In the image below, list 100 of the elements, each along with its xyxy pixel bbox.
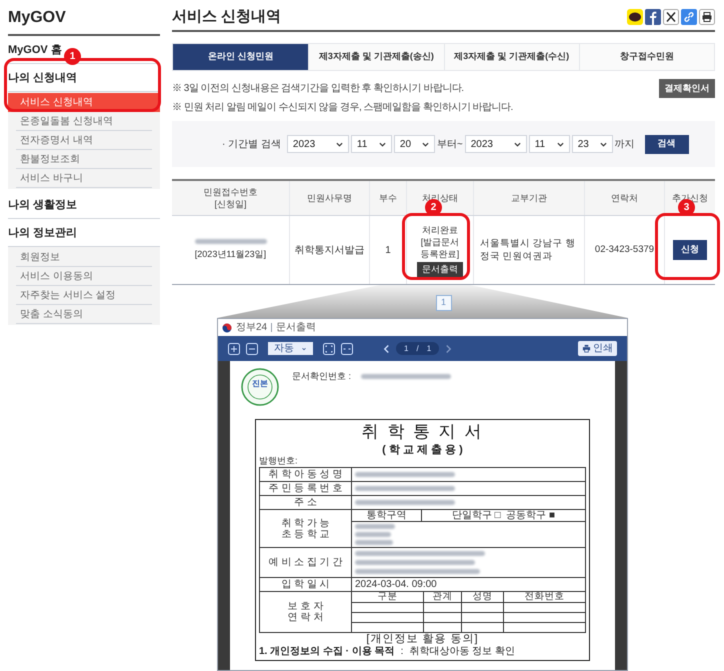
blurred-text — [355, 524, 395, 529]
table-cell-text: 1 — [385, 244, 391, 258]
notice-text: ※ 3일 이전의 신청내용은 검색기간을 입력한 후 확인하시기 바랍니다. — [172, 83, 465, 95]
fit-width-icon[interactable] — [341, 342, 353, 354]
confirm-number-label: 문서확인번호 : — [292, 370, 351, 384]
table-cell-text: 02-3423-5379 — [594, 242, 654, 257]
fit-page-icon[interactable] — [323, 342, 335, 354]
status-text: 처리완료 — [422, 224, 458, 236]
viewer-brand: 정부24 — [236, 321, 268, 335]
tab[interactable]: 온라인 신청민원 — [173, 44, 308, 70]
form-label: 주 민 등 록 번 호 — [268, 483, 342, 494]
print-button[interactable]: 인쇄 — [578, 341, 617, 356]
sidebar-title: MyGOV — [8, 0, 160, 36]
date-select[interactable]: 23 — [572, 135, 613, 153]
highlight-frame — [402, 213, 470, 280]
sidebar-item[interactable]: 서비스 바구니 — [16, 169, 152, 188]
form-label: 보 호 자 — [288, 601, 324, 612]
form-label: 취 학 아 동 성 명 — [268, 469, 342, 480]
date-select[interactable]: 20 — [394, 135, 435, 153]
form-value: 단일학구 □ 공동학구 ■ — [450, 510, 556, 521]
previous-page-icon[interactable] — [383, 344, 390, 354]
zoom-in-icon[interactable] — [228, 342, 240, 354]
range-text: 부터~ — [436, 138, 463, 152]
column-header: 연락처 — [584, 181, 664, 215]
date-select[interactable]: 11 — [350, 135, 392, 153]
date-select[interactable]: 2023 — [464, 135, 527, 153]
form-column-header: 관계 — [424, 592, 462, 602]
sidebar-item[interactable]: 전자증명서 내역 — [16, 131, 152, 150]
payment-confirmation-button[interactable]: 결제확인서 — [659, 79, 715, 98]
notice-text: ※ 민원 처리 알림 메일이 수신되지 않을 경우, 스팸메일함을 확인하시기 바랍니다. — [172, 102, 513, 114]
form-cell — [424, 612, 462, 622]
column-header: 민원사무명 — [289, 181, 369, 215]
sidebar-item[interactable]: 자주찾는 서비스 설정 — [16, 286, 152, 305]
consent-item-value: 취학대상아동 정보 확인 — [409, 646, 515, 658]
tab[interactable]: 제3자제출 및 기관제출(수신) — [444, 44, 579, 70]
tab[interactable]: 제3자제출 및 기관제출(송신) — [308, 44, 444, 70]
status-text: [발급문서 등록완료] — [420, 236, 460, 260]
page-title: 서비스 신청내역 — [172, 6, 282, 27]
sidebar-item[interactable]: 환불정보조회 — [16, 150, 152, 169]
page-separator: / — [416, 342, 419, 354]
chevron-down-icon — [600, 140, 607, 148]
chevron-down-icon — [378, 140, 386, 148]
print-document-button[interactable]: 문서출력 — [417, 262, 463, 276]
zoom-out-icon[interactable] — [246, 342, 258, 354]
form-label: 초 등 학 교 — [281, 528, 330, 540]
date-select[interactable]: 11 — [528, 135, 570, 153]
table-cell-text: 서울특별시 강남구 행정국 민원여권과 — [480, 237, 576, 263]
table-cell-text: 취학통지서발급 — [294, 244, 364, 258]
facebook-icon[interactable] — [645, 9, 661, 25]
consent-title: [개인정보 활용 동의] — [365, 633, 480, 646]
emblem-icon — [222, 322, 232, 332]
sidebar-section[interactable]: 나의 정보관리 — [8, 226, 78, 240]
range-text: 까지 — [614, 138, 635, 152]
form-label: 통학구역 — [352, 510, 422, 521]
tab[interactable]: 창구접수민원 — [578, 44, 714, 70]
chevron-down-icon — [336, 140, 343, 148]
zoom-select[interactable]: 자동 — [268, 342, 313, 355]
apply-button[interactable]: 신청 — [673, 240, 707, 260]
form-label: 예 비 소 집 기 간 — [268, 557, 342, 568]
highlight-frame — [655, 213, 720, 280]
link-icon[interactable] — [681, 9, 697, 25]
document-subtitle: ( 학 교 제 출 용 ) — [381, 444, 464, 456]
column-header: 부수 — [369, 181, 406, 215]
form-cell — [462, 602, 504, 612]
x-icon[interactable] — [663, 9, 679, 25]
chat-bubble-icon[interactable] — [627, 9, 643, 25]
search-label: · 기간별 검색 — [222, 138, 281, 152]
consent-separator: : — [400, 646, 404, 658]
sidebar-item[interactable]: 맞춤 소식동의 — [16, 305, 152, 324]
form-label: 주 소 — [294, 497, 317, 508]
chevron-down-icon — [422, 140, 429, 148]
column-header: 교부기관 — [473, 181, 584, 215]
form-cell — [462, 612, 504, 622]
sidebar-item[interactable]: 온종일돌봄 신청내역 — [16, 112, 152, 131]
seal-stamp: 진본 — [240, 367, 280, 407]
document-title: 취 학 통 지 서 — [360, 421, 484, 443]
step-number-badge: 1 — [64, 48, 81, 65]
form-cell — [424, 602, 462, 612]
print-icon[interactable] — [699, 9, 715, 25]
search-button[interactable]: 검색 — [644, 134, 689, 154]
printer-icon — [582, 344, 591, 353]
sidebar-item[interactable]: 회원정보 — [16, 248, 152, 267]
form-column-header: 전화번호 — [524, 592, 566, 602]
page-number: 1 — [404, 342, 408, 354]
chevron-down-icon — [301, 346, 307, 352]
date-select[interactable]: 2023 — [286, 135, 349, 153]
blurred-text — [355, 532, 391, 537]
issue-number-label: 발행번호: — [259, 456, 298, 466]
sidebar-item[interactable]: 서비스 이용동의 — [16, 267, 152, 286]
table-cell-text: [2023년11월23일] — [194, 248, 266, 261]
chevron-down-icon — [556, 140, 564, 148]
page-count: 1 — [426, 342, 432, 354]
column-header: 민원접수번호 [신청일] — [202, 186, 258, 211]
next-page-icon[interactable] — [445, 344, 452, 354]
form-label: 입 학 일 시 — [281, 579, 330, 590]
form-label: 취 학 가 능 — [281, 518, 330, 528]
sidebar-section[interactable]: 나의 신청내역 — [8, 70, 78, 84]
form-value: 2024-03-04. 09:00 — [355, 578, 438, 590]
sidebar-section[interactable]: 나의 생활정보 — [8, 198, 78, 212]
sidebar-section[interactable]: MyGOV 홈 — [8, 42, 62, 56]
